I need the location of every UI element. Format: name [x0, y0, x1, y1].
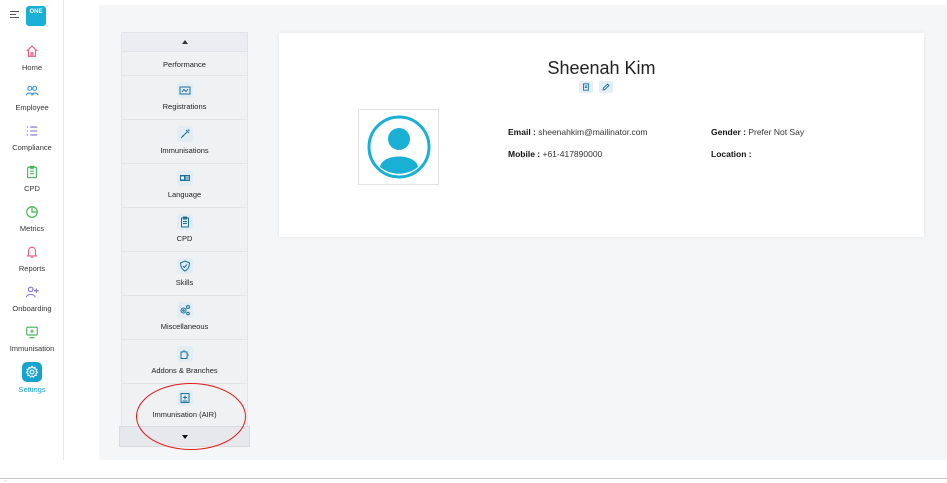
settings-menu: Performance Registrations Immunisations …	[121, 32, 248, 428]
syringe-icon	[176, 126, 193, 142]
monitor-icon	[23, 323, 41, 341]
gears-icon	[176, 302, 193, 318]
avatar-icon	[367, 115, 430, 179]
gender-row: Gender : Prefer Not Say	[711, 127, 805, 137]
sidebar-item-reports[interactable]: Reports	[0, 243, 64, 273]
sidebar-item-metrics[interactable]: Metrics	[0, 203, 64, 233]
puzzle-icon	[176, 346, 193, 362]
menu-item-cpd[interactable]: CPD	[121, 208, 248, 252]
menu-item-miscellaneous[interactable]: Miscellaneous	[121, 296, 248, 340]
edit-profile-button[interactable]	[599, 81, 613, 93]
menu-item-immunisation-air[interactable]: Immunisation (AIR)	[121, 384, 248, 428]
menu-item-language[interactable]: Language	[121, 164, 248, 208]
menu-scroll-up-button[interactable]	[121, 32, 248, 52]
sidebar-item-home[interactable]: Home	[0, 42, 64, 72]
view-profile-button[interactable]	[579, 81, 593, 93]
list-icon	[23, 122, 41, 140]
clipboard-icon	[23, 163, 41, 181]
sidebar-item-immunisation[interactable]: Immunisation	[0, 323, 64, 353]
location-row: Location :	[711, 149, 752, 159]
sidebar-item-employee[interactable]: Employee	[0, 82, 64, 112]
medical-box-icon	[176, 390, 193, 406]
menu-item-skills[interactable]: Skills	[121, 252, 248, 296]
dot-mark: .	[5, 477, 7, 483]
profile-avatar	[358, 109, 439, 185]
registration-card-icon	[176, 82, 193, 98]
pie-chart-icon	[23, 203, 41, 221]
sidebar-item-compliance[interactable]: Compliance	[0, 122, 64, 152]
users-icon	[23, 82, 41, 100]
translate-icon	[176, 170, 193, 186]
sidebar-rail: ONE Home Employee Compliance CPD Metrics	[0, 0, 64, 460]
profile-actions	[579, 81, 613, 93]
sidebar-item-onboarding[interactable]: Onboarding	[0, 283, 64, 313]
menu-item-immunisations[interactable]: Immunisations	[121, 120, 248, 164]
sidebar-item-settings[interactable]: Settings	[0, 362, 64, 394]
gear-icon	[22, 362, 42, 382]
menu-scroll-down-button[interactable]	[119, 426, 250, 447]
menu-item-performance[interactable]: Performance	[121, 52, 248, 76]
shield-check-icon	[176, 258, 193, 274]
menu-toggle-icon[interactable]	[10, 11, 19, 20]
menu-item-addons-branches[interactable]: Addons & Branches	[121, 340, 248, 384]
menu-item-registrations[interactable]: Registrations	[121, 76, 248, 120]
rail-header: ONE	[8, 6, 58, 28]
divider	[0, 478, 947, 479]
sidebar-item-cpd[interactable]: CPD	[0, 163, 64, 193]
document-icon	[583, 83, 589, 91]
profile-card: Sheenah Kim Email : sheenahkim@mailinato…	[279, 33, 924, 237]
caret-up-icon	[181, 40, 188, 44]
edit-icon	[602, 83, 610, 91]
user-plus-icon	[23, 283, 41, 301]
caret-down-icon	[181, 434, 188, 439]
app-logo[interactable]: ONE	[26, 6, 46, 26]
profile-name: Sheenah Kim	[547, 58, 656, 78]
clipboard-icon	[176, 214, 193, 230]
home-icon	[23, 42, 41, 60]
mobile-row: Mobile : +61-417890000	[508, 149, 603, 159]
bell-icon	[23, 243, 41, 261]
email-row: Email : sheenahkim@mailinator.com	[508, 127, 648, 137]
